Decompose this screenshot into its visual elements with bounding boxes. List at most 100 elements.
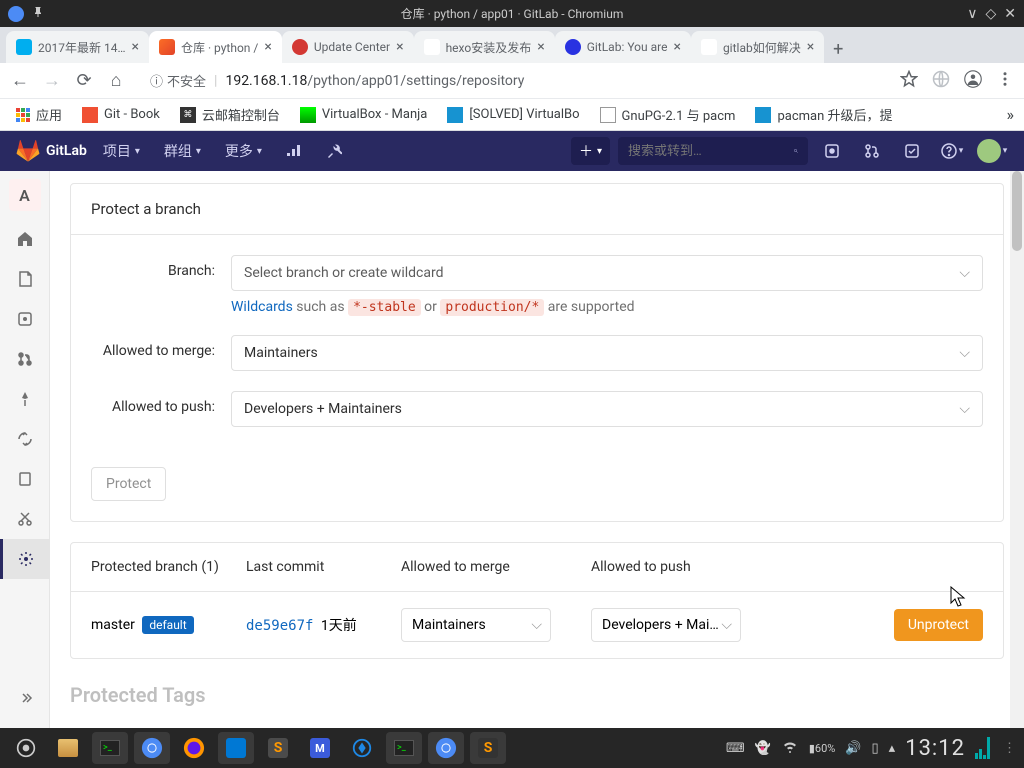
tab-close-icon[interactable]: ×	[673, 39, 680, 55]
bookmark-item[interactable]: [SOLVED] VirtualBo	[441, 107, 585, 123]
profile-icon[interactable]	[964, 70, 982, 92]
taskbar-chromium[interactable]	[134, 732, 170, 764]
nav-groups[interactable]: 群组▾	[156, 141, 209, 161]
browser-tab[interactable]: Update Center×	[282, 31, 414, 63]
taskbar-app[interactable]: M	[302, 732, 338, 764]
commit-link[interactable]: de59e67f	[246, 618, 313, 634]
wildcards-link[interactable]: Wildcards	[231, 299, 293, 315]
favicon	[424, 39, 440, 55]
bookmark-item[interactable]: VirtualBox - Manja	[294, 107, 433, 123]
nav-projects[interactable]: 项目▾	[95, 141, 148, 161]
tray-menu-icon[interactable]: ⋮	[1003, 741, 1016, 756]
todos-icon[interactable]	[896, 143, 928, 159]
unprotect-button[interactable]: Unprotect	[894, 609, 983, 641]
browser-tab[interactable]: gitlab如何解决×	[691, 31, 824, 63]
taskbar-firefox[interactable]	[176, 732, 212, 764]
globe-icon[interactable]	[932, 70, 950, 92]
nav-activity-icon[interactable]	[278, 143, 310, 159]
bookmark-star-icon[interactable]	[900, 70, 918, 92]
gitlab-logo[interactable]: GitLab	[16, 139, 87, 163]
nav-create-button[interactable]: ＋▾	[571, 137, 610, 165]
disk-icon[interactable]: ▯	[872, 741, 879, 756]
tray-expand-icon[interactable]: ▴	[889, 741, 896, 756]
taskbar-sublime[interactable]: S	[470, 732, 506, 764]
merge-requests-icon[interactable]	[856, 143, 888, 159]
browser-menu-icon[interactable]	[996, 70, 1014, 92]
pin-icon[interactable]	[32, 6, 44, 21]
clock[interactable]: 13:12	[905, 736, 965, 761]
nav-search-input[interactable]	[618, 137, 808, 165]
taskbar-chromium[interactable]	[428, 732, 464, 764]
taskbar-terminal[interactable]: >_	[92, 732, 128, 764]
taskbar-app[interactable]	[344, 732, 380, 764]
bookmark-item[interactable]: GnuPG-2.1 与 pacm	[594, 105, 742, 124]
taskbar-app[interactable]	[50, 732, 86, 764]
sidebar-operations-icon[interactable]	[0, 419, 50, 459]
window-minimize-button[interactable]: ∨	[967, 6, 977, 22]
sidebar-collapse-icon[interactable]	[0, 678, 50, 718]
sidebar-settings-icon[interactable]	[0, 539, 50, 579]
bookmark-item[interactable]: ⌘云邮箱控制台	[174, 105, 286, 124]
bookmarks-overflow-icon[interactable]: »	[1007, 105, 1015, 124]
tray-ghost-icon[interactable]: 👻	[755, 741, 771, 756]
sidebar-wiki-icon[interactable]	[0, 459, 50, 499]
new-tab-button[interactable]: +	[824, 35, 852, 63]
protected-tags-heading: Protected Tags	[70, 683, 1004, 707]
branch-select[interactable]: Select branch or create wildcard ⌵	[231, 255, 983, 291]
sidebar-mr-icon[interactable]	[0, 339, 50, 379]
th-push: Allowed to push	[591, 559, 781, 575]
nav-wrench-icon[interactable]	[318, 143, 350, 159]
battery-icon[interactable]: ▮60%	[809, 742, 835, 755]
taskbar-vscode[interactable]	[218, 732, 254, 764]
protect-button[interactable]: Protect	[91, 467, 166, 501]
scrollbar-thumb[interactable]	[1012, 171, 1022, 251]
favicon	[82, 107, 98, 123]
security-indicator[interactable]: ⓘ 不安全	[150, 71, 206, 90]
protect-branch-card: Protect a branch Branch: Select branch o…	[70, 183, 1004, 522]
address-bar: ← → ⟳ ⌂ ⓘ 不安全 | 192.168.1.18/python/app0…	[0, 63, 1024, 99]
volume-icon[interactable]: 🔊	[845, 741, 861, 756]
browser-tab[interactable]: hexo安装及发布×	[414, 31, 555, 63]
tab-close-icon[interactable]: ×	[131, 39, 138, 55]
branch-label: Branch:	[91, 255, 231, 315]
url-field[interactable]: ⓘ 不安全 | 192.168.1.18/python/app01/settin…	[138, 67, 888, 95]
system-monitor-icon[interactable]	[975, 737, 993, 759]
sidebar-snippets-icon[interactable]	[0, 499, 50, 539]
reload-button[interactable]: ⟳	[74, 70, 94, 91]
tab-close-icon[interactable]: ×	[807, 39, 814, 55]
app-launcher-icon[interactable]	[8, 732, 44, 764]
chevron-down-icon: ⌵	[721, 617, 732, 633]
user-avatar[interactable]: ▾	[976, 139, 1008, 163]
browser-tab[interactable]: GitLab: You are×	[555, 31, 691, 63]
help-icon[interactable]: ▾	[936, 143, 968, 159]
tab-close-icon[interactable]: ×	[537, 39, 544, 55]
sidebar-repo-icon[interactable]	[0, 259, 50, 299]
sidebar-issues-icon[interactable]	[0, 299, 50, 339]
bookmark-item[interactable]: Git - Book	[76, 107, 166, 123]
taskbar-sublime[interactable]: S	[260, 732, 296, 764]
allowed-merge-select[interactable]: Maintainers ⌵	[231, 335, 983, 371]
row-push-select[interactable]: Developers + Mai…⌵	[591, 608, 741, 642]
taskbar-terminal[interactable]: >_	[386, 732, 422, 764]
sidebar-home-icon[interactable]	[0, 219, 50, 259]
keyboard-icon[interactable]: ⌨	[726, 741, 745, 756]
window-close-button[interactable]: ✕	[1004, 6, 1016, 22]
nav-more[interactable]: 更多▾	[217, 141, 270, 161]
home-button[interactable]: ⌂	[106, 70, 126, 91]
tab-close-icon[interactable]: ×	[396, 39, 403, 55]
browser-tab[interactable]: 2017年最新 14…×	[6, 31, 149, 63]
apps-button[interactable]: 应用	[10, 105, 68, 124]
issues-icon[interactable]	[816, 143, 848, 159]
forward-button: →	[42, 70, 62, 91]
wifi-icon[interactable]	[781, 739, 799, 757]
bookmark-item[interactable]: pacman 升级后，提	[749, 105, 898, 124]
sidebar-ci-icon[interactable]	[0, 379, 50, 419]
tab-close-icon[interactable]: ×	[264, 39, 271, 55]
window-maximize-button[interactable]: ◇	[985, 6, 996, 22]
back-button[interactable]: ←	[10, 70, 30, 91]
browser-tab[interactable]: 仓库 · python /×	[149, 31, 282, 63]
row-merge-select[interactable]: Maintainers⌵	[401, 608, 551, 642]
allowed-push-select[interactable]: Developers + Maintainers ⌵	[231, 391, 983, 427]
scrollbar[interactable]	[1010, 171, 1024, 728]
project-avatar[interactable]: A	[9, 179, 41, 211]
